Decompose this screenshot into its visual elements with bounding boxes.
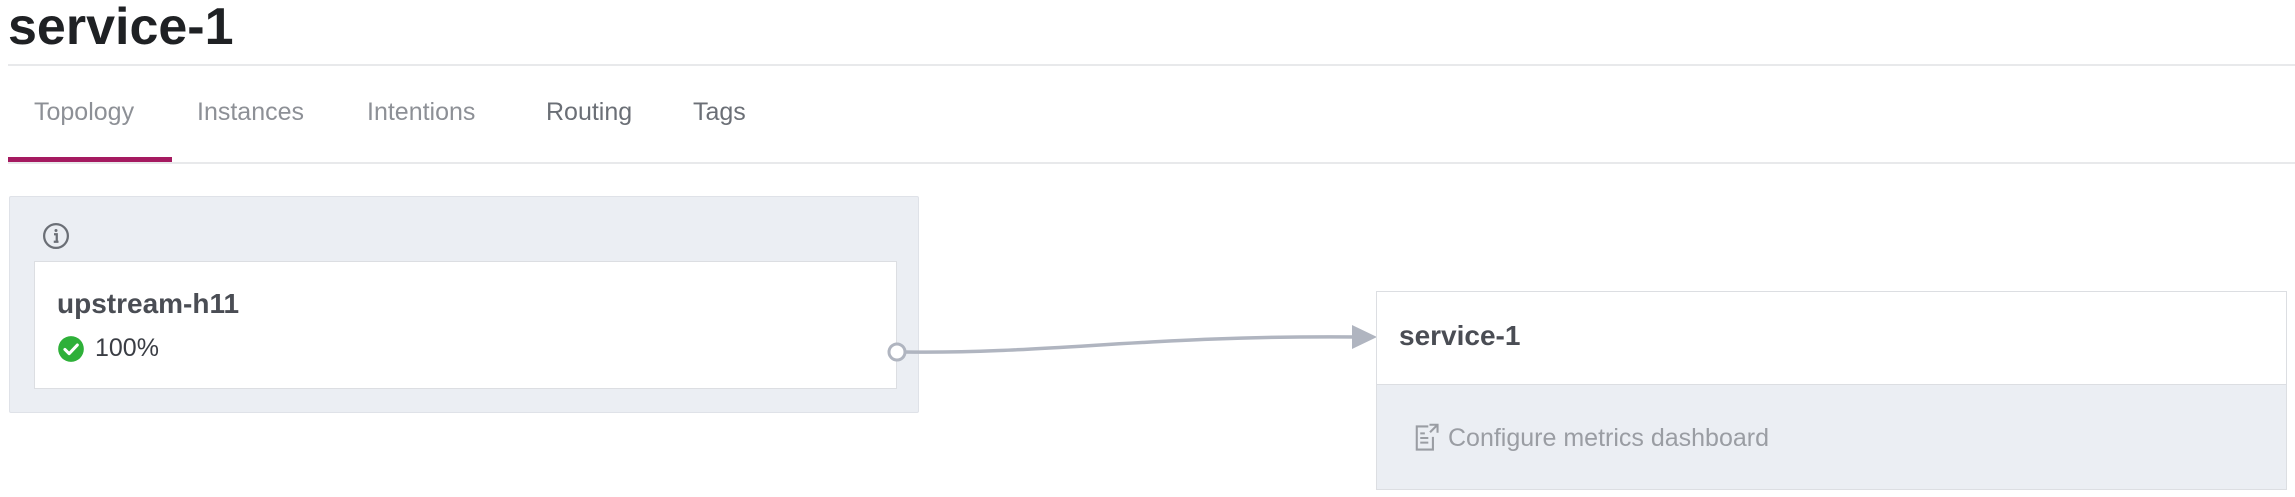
check-circle-icon <box>58 335 84 362</box>
configure-metrics-link[interactable]: Configure metrics dashboard <box>1412 423 1769 453</box>
page-title: service-1 <box>8 0 234 56</box>
page: service-1 Topology Instances Intentions … <box>0 0 2295 497</box>
upstream-card[interactable]: upstream-h11 100% <box>34 261 897 389</box>
upstream-name[interactable]: upstream-h11 <box>57 288 239 320</box>
tab-bar: Topology Instances Intentions Routing Ta… <box>8 66 2295 164</box>
info-icon[interactable] <box>41 221 71 251</box>
tab-routing[interactable]: Routing <box>546 66 632 162</box>
tab-intentions[interactable]: Intentions <box>367 66 475 162</box>
active-tab-indicator <box>8 157 172 162</box>
tab-instances[interactable]: Instances <box>197 66 304 162</box>
service-card-header: service-1 <box>1377 292 2286 385</box>
connector-arrowhead <box>1352 325 1377 349</box>
tab-tags[interactable]: Tags <box>693 66 746 162</box>
health-percentage: 100% <box>95 334 159 362</box>
service-name: service-1 <box>1399 320 1521 351</box>
configure-metrics-label[interactable]: Configure metrics dashboard <box>1448 424 1769 453</box>
health-status: 100% <box>57 334 159 363</box>
upstream-panel: upstream-h11 100% <box>9 196 919 413</box>
external-doc-icon <box>1415 423 1439 451</box>
service-card-body: Configure metrics dashboard <box>1377 385 2286 489</box>
service-card: service-1 Configure metrics dashboard <box>1376 291 2287 490</box>
tab-topology[interactable]: Topology <box>34 66 134 162</box>
